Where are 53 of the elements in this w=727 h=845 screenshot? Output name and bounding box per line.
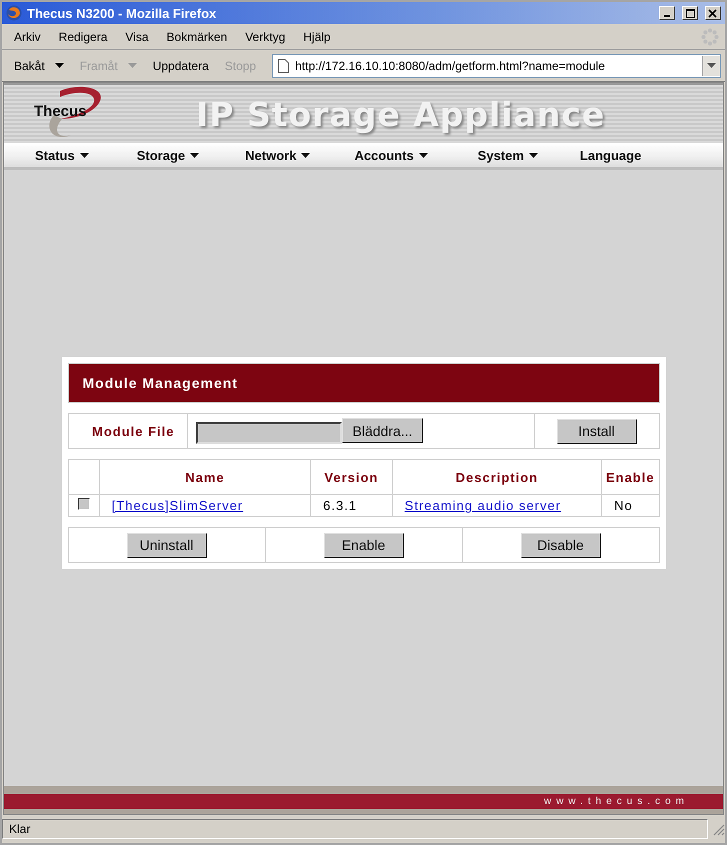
- main-menu-item[interactable]: System: [478, 148, 538, 162]
- maximize-icon: [686, 8, 694, 18]
- main-menu-item[interactable]: Network: [245, 148, 310, 162]
- maximize-button[interactable]: [682, 6, 698, 20]
- dropdown-arrow-icon: [54, 63, 64, 68]
- menu-item[interactable]: Verktyg: [239, 28, 292, 46]
- dropdown-arrow-icon: [190, 152, 200, 158]
- main-menu-item[interactable]: Status: [35, 148, 89, 162]
- close-icon: [708, 8, 718, 18]
- browse-button[interactable]: Bläddra...: [342, 418, 424, 444]
- throbber-icon: [701, 28, 719, 46]
- menu-item[interactable]: Redigera: [52, 28, 114, 46]
- logo-text: Thecus: [34, 103, 87, 120]
- version-cell: 6.3.1: [323, 498, 358, 513]
- menu-item[interactable]: Hjälp: [297, 28, 337, 46]
- main-menu-item[interactable]: Storage: [136, 148, 200, 162]
- close-button[interactable]: [705, 6, 721, 20]
- main-menu-item[interactable]: Accounts: [354, 148, 428, 162]
- disable-button[interactable]: Disable: [520, 532, 600, 558]
- dropdown-arrow-icon: [528, 152, 538, 158]
- menu-item[interactable]: Bokmärken: [160, 28, 234, 46]
- dropdown-arrow-icon: [128, 63, 137, 68]
- column-header: Name: [185, 470, 225, 484]
- file-field[interactable]: [196, 422, 342, 444]
- install-button[interactable]: Install: [556, 418, 636, 444]
- toolbar-button[interactable]: Bakåt: [6, 56, 72, 76]
- uninstall-button[interactable]: Uninstall: [126, 532, 206, 558]
- enable-button[interactable]: Enable: [324, 532, 404, 558]
- banner-title: IP Storage Appliance: [196, 94, 606, 134]
- toolbar-button[interactable]: Uppdatera: [144, 56, 217, 76]
- menu-item[interactable]: Visa: [119, 28, 155, 46]
- enable-cell: No: [614, 498, 633, 513]
- column-header: Description: [456, 470, 538, 484]
- dropdown-arrow-icon: [707, 63, 716, 68]
- footer-url: www.thecus.com: [544, 796, 689, 807]
- dropdown-arrow-icon: [418, 152, 428, 158]
- dropdown-arrow-icon: [301, 152, 310, 158]
- main-menu-item[interactable]: Language: [580, 148, 642, 162]
- row-checkbox[interactable]: [78, 498, 90, 510]
- column-header: Version: [324, 470, 378, 484]
- browser-logo-icon: [6, 5, 22, 21]
- panel-title: Module Management: [68, 363, 660, 403]
- minimize-icon: [664, 15, 670, 17]
- window-title: Thecus N3200 - Mozilla Firefox: [27, 6, 218, 20]
- resize-grip-icon: [711, 822, 725, 836]
- field-label: Module File: [92, 424, 174, 438]
- address-field[interactable]: http://172.16.10.10:8080/adm/getform.html?name=module: [272, 54, 721, 78]
- page-icon: [278, 58, 290, 72]
- minimize-button[interactable]: [659, 6, 675, 20]
- dropdown-arrow-icon: [80, 152, 89, 158]
- status-text: Klar: [2, 819, 708, 839]
- menu-item[interactable]: Arkiv: [8, 28, 47, 46]
- column-header: Enable: [606, 470, 655, 484]
